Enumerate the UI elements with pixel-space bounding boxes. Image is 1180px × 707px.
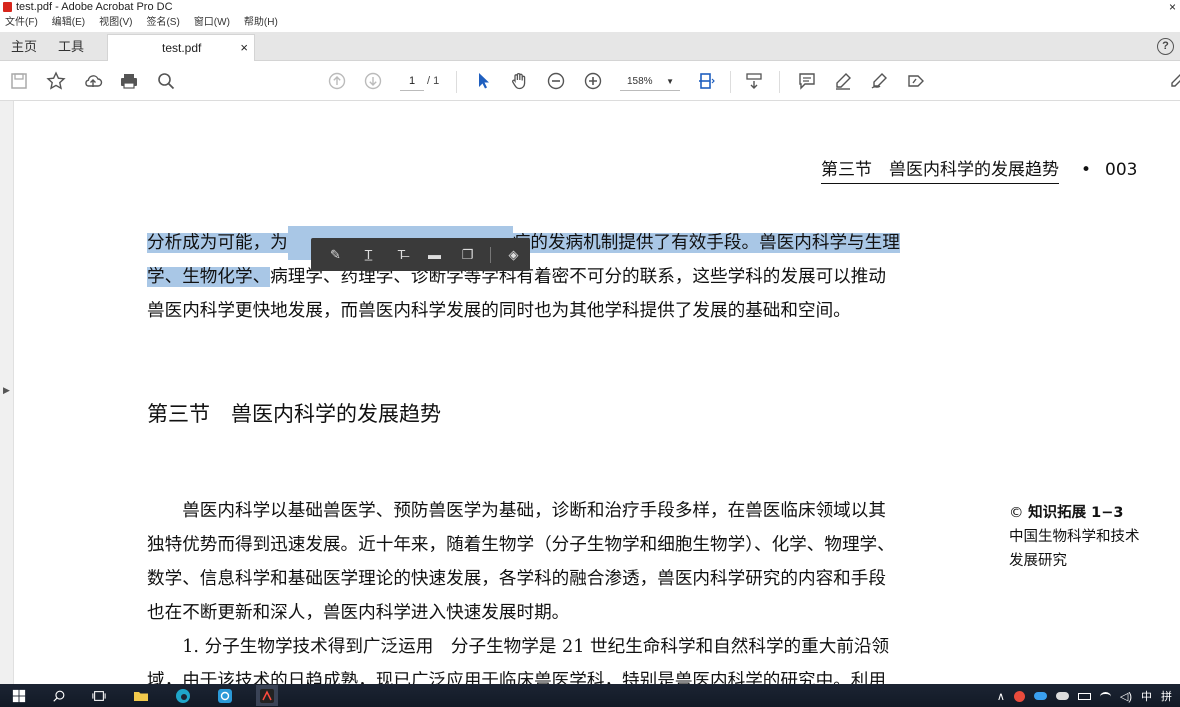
text-line: 学、生物化学、病理学、药理学、诊断学等学科有着密不可分的联系，这些学科的发展可以… [147,260,992,294]
next-page-icon[interactable] [362,70,384,92]
text-selection-toolbar: ✎ T̲ T̶ ▬ ❐ ◈ [311,238,530,271]
onedrive-icon[interactable] [1033,692,1047,700]
acrobat-taskbar-icon[interactable] [256,685,278,706]
antivirus-icon[interactable] [1013,690,1025,702]
menu-window[interactable]: 窗口(W) [194,14,230,32]
network-icon[interactable] [1099,691,1111,701]
file-explorer-icon[interactable] [132,687,150,705]
volume-icon[interactable]: ◁) [1120,690,1132,703]
menu-bar: 文件(F) 编辑(E) 视图(V) 签名(S) 窗口(W) 帮助(H) [0,14,1180,32]
text-line: 独特优势而得到迅速发展。近十年来，随着生物学（分子生物学和细胞生物学）、化学、物… [147,535,895,555]
cloud-upload-icon[interactable] [82,70,104,92]
running-header-bullet: • [1081,160,1092,180]
menu-edit[interactable]: 编辑(E) [52,14,85,32]
comment-icon[interactable] [796,70,818,92]
hand-tool-icon[interactable] [508,70,530,92]
highlight-pen-icon[interactable] [832,70,854,92]
text-line: 也在不断更新和深人，兽医内科学进入快速发展时期。 [147,603,570,623]
toolbar-divider [456,71,457,93]
text-line: 兽医内科学更快地发展，而兽医内科学发展的同时也为其他学科提供了发展的基础和空间。 [147,301,851,321]
chevron-right-icon: ▶ [3,385,10,395]
tab-home[interactable]: 主页 [11,32,37,61]
toolbar-divider [490,246,491,263]
selected-text: 病的发病机制提供了有效手段。兽医内科学与生理 [512,233,900,253]
page-total: / 1 [427,75,440,87]
running-header-title: 第三节 兽医内科学的发展趋势 [821,160,1059,184]
sign-icon[interactable] [869,70,891,92]
acrobat-icon [3,2,12,12]
print-icon[interactable] [118,70,140,92]
system-tray: ∧ ◁) 中 拼 [997,688,1172,704]
save-icon[interactable] [8,70,30,92]
highlight-text-icon[interactable]: ✎ [319,238,352,271]
battery-icon[interactable] [1077,692,1091,700]
search-icon[interactable] [50,687,68,705]
taskbar: ∧ ◁) 中 拼 [0,684,1180,707]
cloud-icon[interactable] [1055,692,1069,700]
window-close-button[interactable]: × [1169,0,1176,14]
edit-pen-icon[interactable] [1166,70,1180,92]
underline-text-icon[interactable]: T̲ [352,238,385,271]
zoom-level-select[interactable]: 158% ▼ [620,72,680,91]
page-number: 003 [1105,160,1138,180]
menu-file[interactable]: 文件(F) [5,14,38,32]
chevron-down-icon: ▼ [666,77,674,86]
ime-mode-indicator[interactable]: 中 [1141,688,1152,704]
windows-start-icon[interactable] [10,687,28,705]
help-icon[interactable]: ? [1157,38,1174,55]
previous-page-icon[interactable] [326,70,348,92]
zoom-out-icon[interactable] [545,70,567,92]
menu-view[interactable]: 视图(V) [99,14,132,32]
text-line: 兽医内科学以基础兽医学、预防兽医学为基础，诊断和治疗手段多样，在兽医临床领域以其 [147,501,886,521]
page-number-input[interactable]: 1 [400,72,424,91]
window-title: test.pdf - Adobe Acrobat Pro DC [16,1,173,13]
fit-page-icon[interactable] [696,70,718,92]
navigation-pane-toggle[interactable]: ▶ [0,101,14,684]
copy-text-icon[interactable]: ❐ [451,238,484,271]
task-view-icon[interactable] [90,687,108,705]
paragraph[interactable]: 兽医内科学以基础兽医学、预防兽医学为基础，诊断和治疗手段多样，在兽医临床领域以其… [147,494,992,684]
more-tools-icon[interactable]: ◈ [497,238,530,271]
paragraph[interactable]: 分析成为可能，为 病的发病机制提供了有效手段。兽医内科学与生理 学、生物化学、病… [147,226,992,328]
menu-sign[interactable]: 签名(S) [146,14,179,32]
zoom-in-icon[interactable] [582,70,604,92]
toolbar-divider [779,71,780,93]
sidebar-note-text: 中国生物科学和技术 [1009,529,1140,545]
sidebar-note: © 知识拓展 1−3 中国生物科学和技术 发展研究 [1009,501,1140,573]
app-icon[interactable] [216,687,234,705]
scroll-mode-icon[interactable] [743,70,765,92]
running-header: 第三节 兽医内科学的发展趋势 • 003 [821,155,1138,184]
text-line: 1. 分子生物学技术得到广泛运用 分子生物学是 21 世纪生命科学和自然科学的重… [147,637,890,657]
search-icon[interactable] [155,70,177,92]
sidebar-note-text: 发展研究 [1009,553,1067,569]
tab-document-label: test.pdf [162,41,202,55]
tab-close-button[interactable]: × [240,35,248,61]
window-titlebar: test.pdf - Adobe Acrobat Pro DC × [0,0,1180,14]
edge-browser-icon[interactable] [174,687,192,705]
select-cursor-icon[interactable] [472,70,494,92]
text-line: 数学、信息科学和基础医学理论的快速发展，各学科的融合渗透，兽医内科学研究的内容和… [147,569,886,589]
redact-tool-icon[interactable] [905,70,927,92]
redact-text-icon[interactable]: ▬ [418,238,451,271]
sidebar-note-title: 知识拓展 1−3 [1028,505,1124,521]
strikethrough-text-icon[interactable]: T̶ [385,238,418,271]
toolbar-divider [730,71,731,93]
selected-text: 学、生物化学、 [147,267,271,287]
menu-help[interactable]: 帮助(H) [244,14,278,32]
tab-tools[interactable]: 工具 [58,32,84,61]
toolbar: 1 / 1 158% ▼ [0,61,1180,101]
chevron-up-icon[interactable]: ∧ [997,690,1005,703]
ime-input-method[interactable]: 拼 [1161,688,1172,704]
zoom-level-value: 158% [627,76,653,87]
section-heading: 第三节 兽医内科学的发展趋势 [147,402,441,426]
selected-text: 分析成为可能，为 [147,233,288,253]
tab-bar: 主页 工具 test.pdf × ? [0,32,1180,62]
knowledge-extension-icon: © [1009,505,1024,521]
star-icon[interactable] [45,70,67,92]
document-view[interactable]: 第三节 兽医内科学的发展趋势 • 003 分析成为可能，为 病的发病机制提供了有效手… [14,101,1180,684]
text-line: 分析成为可能，为 病的发病机制提供了有效手段。兽医内科学与生理 [147,226,992,260]
tab-document[interactable]: test.pdf × [107,34,255,62]
text-line: 域，由于该技术的日趋成熟，现已广泛应用于临床兽医学科，特别是兽医内科学的研究中。… [147,671,886,684]
